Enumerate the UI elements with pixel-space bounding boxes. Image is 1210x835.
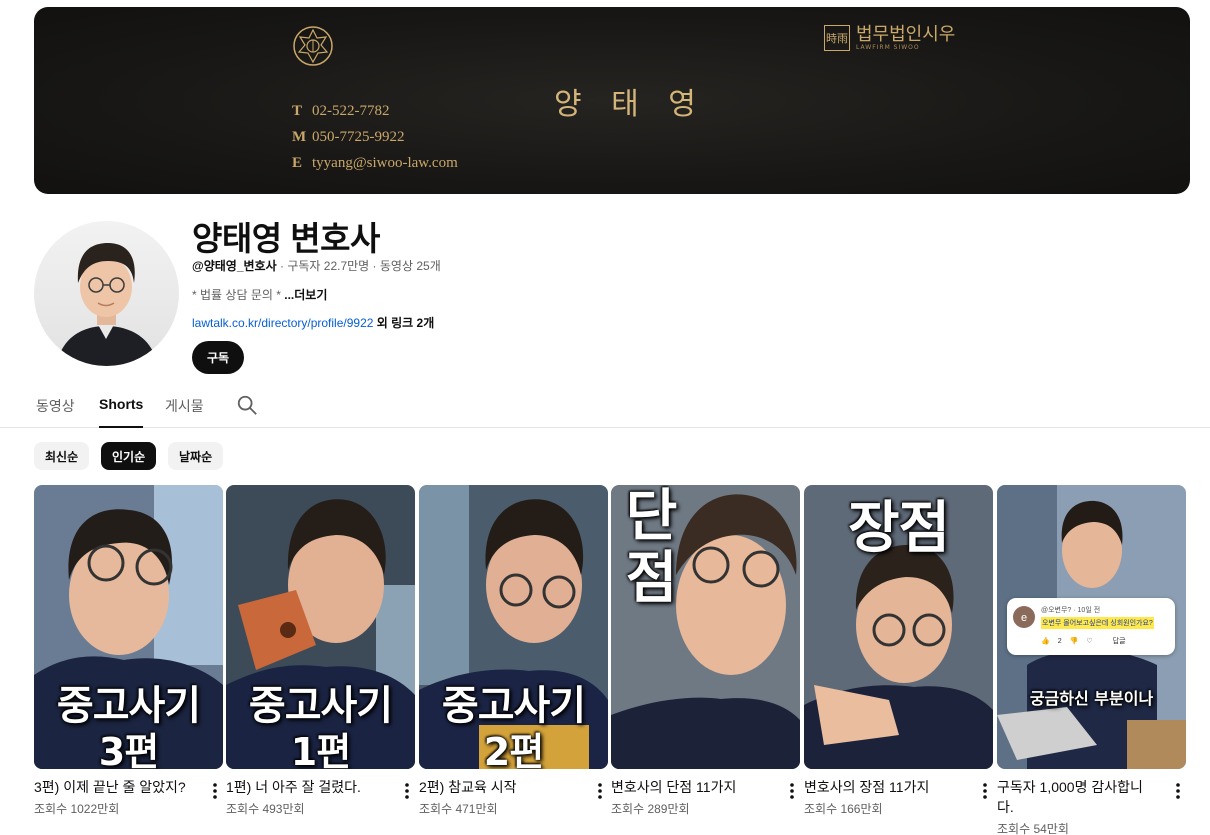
channel-title: 양태영 변호사 <box>192 220 380 257</box>
comment-avatar-icon: e <box>1013 606 1035 628</box>
short-title[interactable]: 변호사의 단점 11가지 <box>611 777 771 797</box>
comment-author: @오변무? · 10일 전 <box>1041 607 1101 614</box>
short-thumbnail[interactable]: 중고사기 1편 <box>226 485 415 769</box>
short-title[interactable]: 2편) 참교육 시작 <box>419 777 579 797</box>
short-views: 조회수 289만회 <box>611 802 690 816</box>
chip-latest[interactable]: 최신순 <box>34 442 90 470</box>
more-vert-icon[interactable] <box>975 781 995 801</box>
short-thumbnail[interactable]: 중고사기 2편 <box>419 485 608 769</box>
short-views: 조회수 54만회 <box>997 822 1069 835</box>
short-views: 조회수 1022만회 <box>34 802 120 816</box>
tab-posts[interactable]: 게시물 <box>165 396 204 428</box>
svg-text:e: e <box>1021 612 1027 624</box>
lawtalk-link[interactable]: lawtalk.co.kr/directory/profile/9922 <box>192 316 373 330</box>
more-vert-icon[interactable] <box>782 781 802 801</box>
channel-handle: @양태영_변호사 <box>192 259 277 273</box>
banner-contacts: T 02-522-7782 M 050-7725-9922 Etyyang@siwo… <box>292 103 458 181</box>
short-item[interactable]: 중고사기 3편 3편) 이제 끝난 줄 알았지? 조회수 1022만회 <box>34 485 223 817</box>
short-overlay-subtext: 2편 <box>483 730 544 769</box>
short-item[interactable]: 단 점 변호사의 단점 11가지 조회수 289만회 <box>611 485 800 817</box>
comment-text: 오변무 몰어보고싶은데 싱회원인가요? <box>1041 617 1154 629</box>
heart-icon: ♡ <box>1086 638 1093 645</box>
chip-oldest[interactable]: 날짜순 <box>168 442 224 470</box>
subscribe-button[interactable]: 구독 <box>192 341 244 374</box>
short-views: 조회수 166만회 <box>804 802 883 816</box>
more-vert-icon[interactable] <box>590 781 610 801</box>
channel-description[interactable]: * 법률 상담 문의 * ...더보기 <box>192 286 327 303</box>
short-thumbnail[interactable]: 중고사기 3편 <box>34 485 223 769</box>
channel-banner: 時雨 법무법인시우 LAWFIRM SIWOO 양 태 영 T 02-522-77… <box>34 7 1190 194</box>
short-item[interactable]: 장점 변호사의 장점 11가지 조회수 166만회 <box>804 485 993 817</box>
short-views: 조회수 471만회 <box>419 802 498 816</box>
channel-meta: @양태영_변호사 · 구독자 22.7만명 · 동영상 25개 <box>192 259 441 273</box>
short-title[interactable]: 3편) 이제 끝난 줄 알았지? <box>34 777 194 797</box>
like-count: 2 <box>1057 637 1062 645</box>
short-views: 조회수 493만회 <box>226 802 305 816</box>
tab-shorts[interactable]: Shorts <box>99 396 144 428</box>
banner-name: 양 태 영 <box>554 87 706 122</box>
channel-tabs: 동영상 Shorts 게시물 <box>0 380 1210 428</box>
short-item[interactable]: 중고사기 2편 2편) 참교육 시작 조회수 471만회 <box>419 485 608 817</box>
channel-links: lawtalk.co.kr/directory/profile/9922 외 링… <box>192 314 434 331</box>
subscriber-count: 구독자 22.7만명 <box>287 259 370 273</box>
short-overlay-subtext: 점 <box>625 546 678 611</box>
short-overlay-subtext: 3편 <box>98 730 159 769</box>
contact-mobile: M 050-7725-9922 <box>292 129 405 145</box>
short-thumbnail[interactable]: 단 점 <box>611 485 800 769</box>
firm-name: 법무법인시우 <box>856 23 956 45</box>
reply-label: 답글 <box>1112 638 1126 645</box>
short-title[interactable]: 구독자 1,000명 감사합니다. <box>997 777 1157 817</box>
firm-subname: LAWFIRM SIWOO <box>856 43 920 51</box>
comment-actions: 👍 2 👎 ♡ 답글 <box>1041 636 1126 646</box>
contact-email: Etyyang@siwoo-law.com <box>292 155 458 171</box>
short-thumbnail[interactable]: 장점 <box>804 485 993 769</box>
channel-avatar[interactable] <box>34 221 179 366</box>
short-title[interactable]: 1편) 너 아주 잘 걸렸다. <box>226 777 386 797</box>
short-item[interactable]: 중고사기 1편 1편) 너 아주 잘 걸렸다. 조회수 493만회 <box>226 485 415 817</box>
search-icon[interactable] <box>236 394 258 416</box>
dislike-icon: 👎 <box>1069 638 1079 645</box>
video-count: 동영상 25개 <box>379 259 441 273</box>
short-overlay-text: 장점 <box>847 496 950 561</box>
more-links[interactable]: 외 링크 2개 <box>377 316 435 330</box>
law-emblem-icon <box>293 26 333 66</box>
more-link[interactable]: ...더보기 <box>284 288 327 302</box>
more-vert-icon[interactable] <box>205 781 225 801</box>
more-vert-icon[interactable] <box>1168 781 1188 801</box>
short-overlay-subtext: 1편 <box>290 730 351 769</box>
short-thumbnail[interactable]: e @오변무? · 10일 전 오변무 몰어보고싶은데 싱회원인가요? 👍 2 👎… <box>997 485 1186 769</box>
short-overlay-text: 궁금하신 부분이나 <box>1029 689 1154 708</box>
contact-phone: T 02-522-7782 <box>292 103 390 119</box>
description-text: * 법률 상담 문의 * <box>192 288 281 302</box>
short-title[interactable]: 변호사의 장점 11가지 <box>804 777 964 797</box>
more-vert-icon[interactable] <box>397 781 417 801</box>
like-icon: 👍 <box>1041 638 1050 645</box>
firm-logo-mark: 時雨 <box>824 25 850 51</box>
tab-videos[interactable]: 동영상 <box>36 396 75 428</box>
firm-logo: 時雨 법무법인시우 LAWFIRM SIWOO <box>824 25 955 51</box>
chip-popular[interactable]: 인기순 <box>101 442 157 470</box>
short-item[interactable]: e @오변무? · 10일 전 오변무 몰어보고싶은데 싱회원인가요? 👍 2 👎… <box>997 485 1186 835</box>
comment-card: e @오변무? · 10일 전 오변무 몰어보고싶은데 싱회원인가요? 👍 2 👎… <box>1007 598 1175 655</box>
